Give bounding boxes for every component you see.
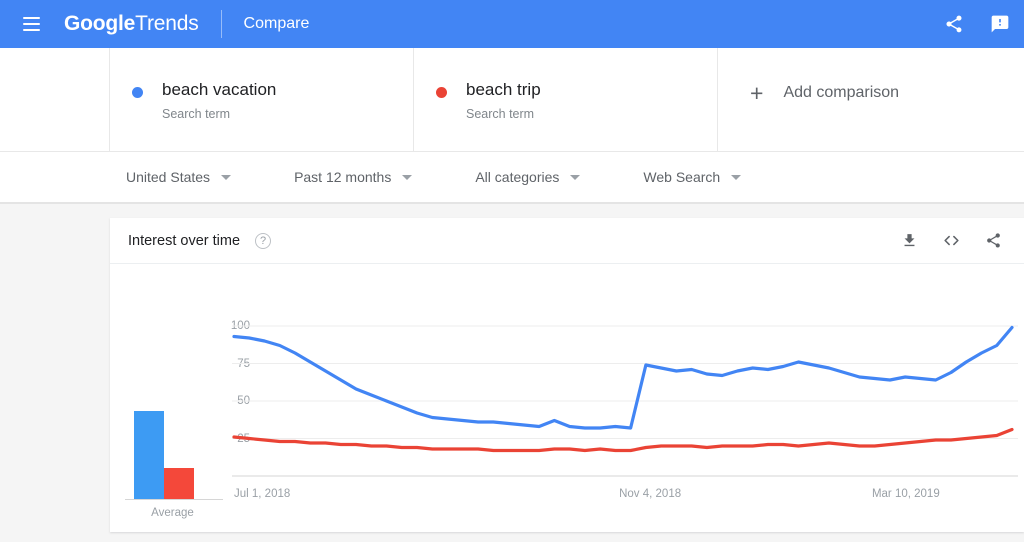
x-axis-tick: Jul 1, 2018 <box>234 488 290 500</box>
google-trends-logo[interactable]: GoogleTrends <box>64 12 199 36</box>
average-baseline <box>125 499 223 500</box>
help-question-icon[interactable]: ? <box>255 233 271 249</box>
search-term-label: beach trip <box>466 80 541 100</box>
share-icon[interactable] <box>985 232 1002 249</box>
content-area: Interest over time ? <box>0 204 1024 540</box>
interest-over-time-card: Interest over time ? <box>110 218 1024 532</box>
average-label: Average <box>120 507 225 519</box>
chevron-down-icon <box>731 175 741 180</box>
share-icon[interactable] <box>944 14 964 34</box>
download-icon[interactable] <box>901 232 918 249</box>
chevron-down-icon <box>402 175 412 180</box>
feedback-message-icon[interactable] <box>990 14 1010 34</box>
chart-body: Average 100755025 Jul 1, 2018Nov 4, 2018… <box>110 264 1024 531</box>
card-actions <box>901 231 1002 250</box>
region-filter[interactable]: United States <box>126 169 231 185</box>
search-term-type: Search term <box>466 107 541 121</box>
average-bar-chart: Average <box>120 309 225 521</box>
region-filter-label: United States <box>126 169 210 185</box>
series-color-dot <box>436 87 447 98</box>
comparison-card-0[interactable]: beach vacation Search term <box>110 48 414 151</box>
search-term-type: Search term <box>162 107 276 121</box>
comparison-card-1[interactable]: beach trip Search term <box>414 48 718 151</box>
time-filter[interactable]: Past 12 months <box>294 169 412 185</box>
comparison-left-spacer <box>0 48 110 151</box>
search-type-filter-label: Web Search <box>643 169 720 185</box>
app-bar: GoogleTrends Compare <box>0 0 1024 48</box>
page-title: Compare <box>244 15 310 33</box>
series-color-dot <box>132 87 143 98</box>
add-comparison-button[interactable]: + Add comparison <box>718 48 1024 151</box>
chevron-down-icon <box>570 175 580 180</box>
appbar-actions <box>944 0 1010 48</box>
time-filter-label: Past 12 months <box>294 169 391 185</box>
embed-code-icon[interactable] <box>942 231 961 250</box>
category-filter[interactable]: All categories <box>475 169 580 185</box>
chevron-down-icon <box>221 175 231 180</box>
add-comparison-label: Add comparison <box>783 84 899 102</box>
search-type-filter[interactable]: Web Search <box>643 169 741 185</box>
hamburger-menu-icon[interactable] <box>16 9 46 39</box>
filter-bar: United States Past 12 months All categor… <box>0 152 1024 204</box>
card-title: Interest over time <box>128 233 240 249</box>
x-axis-tick: Nov 4, 2018 <box>619 488 681 500</box>
category-filter-label: All categories <box>475 169 559 185</box>
card-header: Interest over time ? <box>110 218 1024 264</box>
average-bar-beach-trip <box>164 468 194 500</box>
appbar-divider <box>221 10 222 38</box>
average-bar-beach-vacation <box>134 411 164 500</box>
x-axis-tick: Mar 10, 2019 <box>872 488 940 500</box>
average-bars <box>134 349 214 499</box>
search-term-label: beach vacation <box>162 80 276 100</box>
comparison-row: beach vacation Search term beach trip Se… <box>0 48 1024 152</box>
x-axis-labels: Jul 1, 2018 Nov 4, 2018 Mar 10, 2019 <box>228 264 1018 531</box>
logo-trends-text: Trends <box>135 12 198 35</box>
plus-icon: + <box>750 84 763 102</box>
logo-google-text: Google <box>64 12 135 35</box>
